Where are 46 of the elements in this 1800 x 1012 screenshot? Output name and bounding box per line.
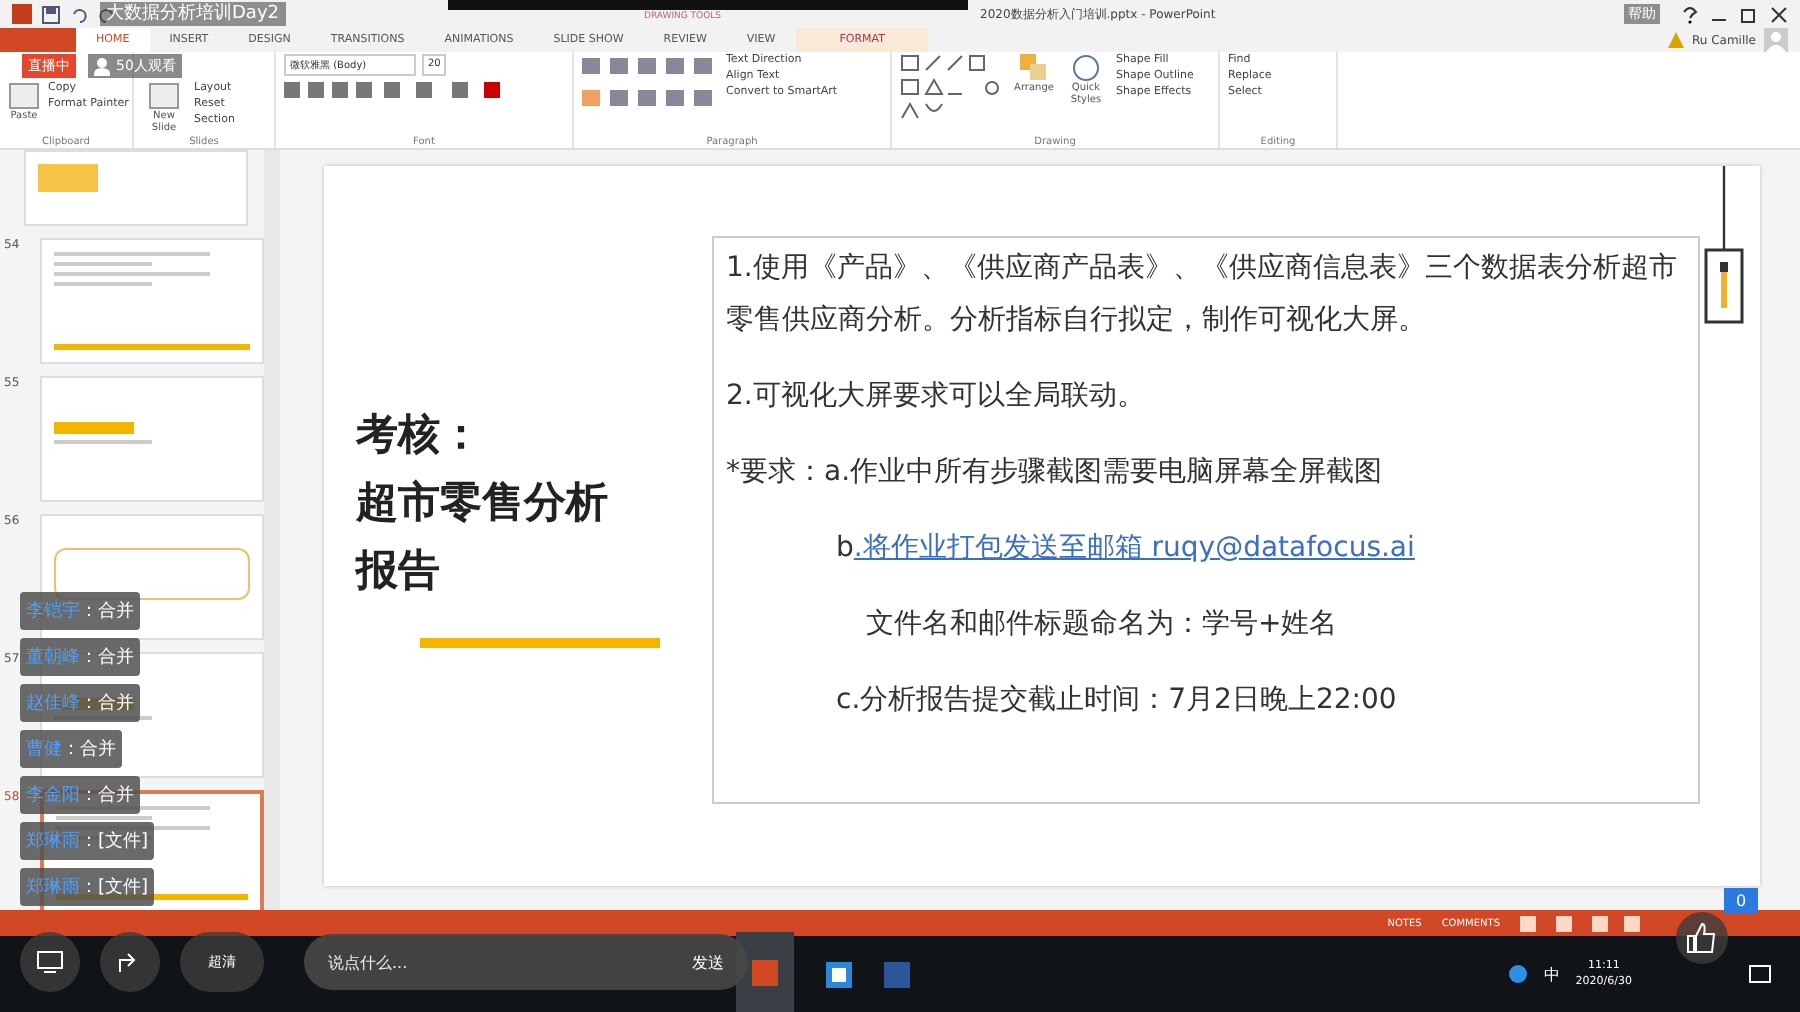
lamp-icon [1704,166,1744,330]
arrange-icon [1020,54,1048,82]
scrollbar[interactable] [264,150,280,910]
slide-text: c.分析报告提交截止时间：7月2日晚上22:00 [834,682,1399,720]
view-buttons-icon[interactable] [1520,915,1640,931]
warning-icon [1667,32,1684,48]
slide-heading: 考核： [356,407,484,461]
send-button[interactable]: 发送 [692,951,724,973]
slide-text: *要求：a.作业中所有步骤截图需要电脑屏幕全屏截图 [726,454,1385,492]
email-link[interactable]: .将作业打包发送至邮箱 ruqy@datafocus.ai [853,532,1415,564]
text-box[interactable]: 1.使用《产品》、《供应商产品表》、《供应商信息表》三个数据表分析超市零售供应商分析。分析指标自行拟定，制作可视化大屏。 2.可视化大屏要求可以全局联动。 *要求：a.作业中所有步骤截图需要电脑屏幕全屏截图 b.将作业打包发送至邮箱 ruqy@datafocus.ai 文件名和邮件标题命名为：学号+姓名 c.分析报告提交截止时间：7月2日晚上22:00 [712,236,1700,804]
powerpoint-icon [12,4,32,24]
ime-indicator[interactable]: 中 [1543,963,1560,985]
slide-text: 1.使用《产品》、《供应商产品表》、《供应商信息表》三个数据表分析超市零售供应商分析。分析指标自行拟定，制作可视化大屏。 [726,250,1679,340]
shapes-gallery-icon[interactable] [900,54,1004,122]
like-count: 0 [1724,888,1759,914]
word-icon[interactable] [884,961,910,987]
restore-icon[interactable] [1740,5,1758,23]
network-icon[interactable] [1507,964,1528,984]
app-icon[interactable] [826,961,852,987]
thumbs-up-icon [1686,922,1718,954]
slide-heading: 超市零售分析 [356,475,610,529]
stream-title: 大数据分析培训Day2 [100,2,285,26]
save-icon[interactable] [42,5,60,23]
help-icon[interactable] [1682,5,1698,23]
slide-text: 2.可视化大屏要求可以全局联动。 [726,378,1147,416]
slide-thumbnail[interactable] [40,238,264,364]
chat-message-toast: 郑琳雨：[文件] [20,868,155,906]
slide-text: 文件名和邮件标题命名为：学号+姓名 [864,606,1340,644]
person-icon [94,57,110,75]
chat-message-toast: 郑琳雨：[文件] [20,822,155,860]
chat-message-toast: 赵佳峰：合并 [20,684,140,722]
comment-field[interactable]: 说点什么... 发送 [304,934,748,990]
notification-icon[interactable] [1748,962,1772,986]
slide-heading: 报告 [356,543,442,597]
slide-text: b [836,532,854,564]
slide-thumbnail[interactable] [24,150,248,226]
screen-icon [36,950,64,974]
chat-message-toast: 李金阳：合并 [20,776,140,814]
undo-icon[interactable] [70,5,88,23]
chat-message-toast: 李铠宇：合并 [20,592,140,630]
slide-icon [148,82,180,110]
chat-message-toast: 董朝峰：合并 [20,638,140,676]
chat-message-toast: 曹健：合并 [20,730,122,768]
close-icon[interactable] [1770,5,1788,23]
slide-thumbnail[interactable] [40,376,264,502]
